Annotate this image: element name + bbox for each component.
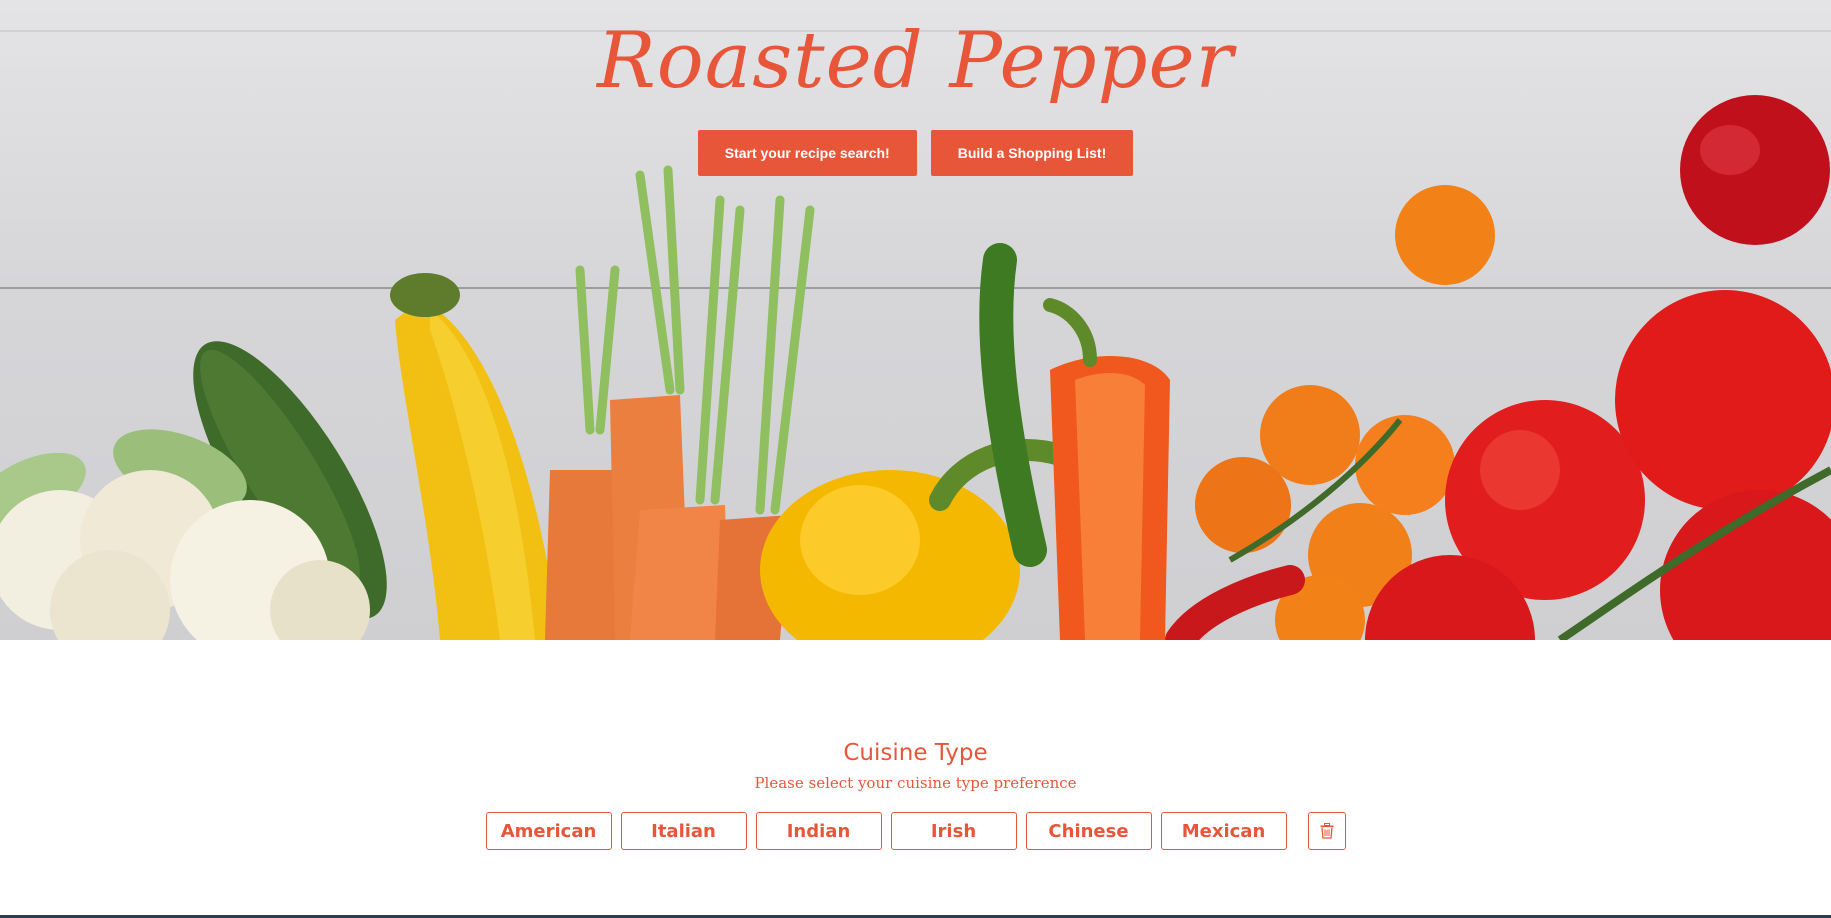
start-recipe-search-button[interactable]: Start your recipe search!: [697, 130, 917, 176]
trash-icon: [1320, 823, 1333, 839]
hero-actions: Start your recipe search! Build a Shoppi…: [0, 130, 1831, 176]
cuisine-option-indian[interactable]: Indian: [755, 812, 882, 850]
cuisine-option-american[interactable]: American: [485, 812, 612, 850]
cuisine-option-italian[interactable]: Italian: [620, 812, 747, 850]
build-shopping-list-button[interactable]: Build a Shopping List!: [930, 130, 1134, 176]
cuisine-option-chinese[interactable]: Chinese: [1025, 812, 1152, 850]
brand-logo: Roasted Pepper: [597, 16, 1234, 106]
clear-selection-button[interactable]: [1307, 812, 1346, 850]
hero-banner: Roasted Pepper Start your recipe search!…: [0, 0, 1831, 640]
cuisine-subtitle: Please select your cuisine type preferen…: [754, 774, 1077, 792]
cuisine-option-mexican[interactable]: Mexican: [1160, 812, 1287, 850]
cuisine-type-section: Cuisine Type Please select your cuisine …: [0, 740, 1831, 850]
cuisine-option-irish[interactable]: Irish: [890, 812, 1017, 850]
cuisine-title: Cuisine Type: [843, 740, 988, 766]
cuisine-options: American Italian Indian Irish Chinese Me…: [0, 812, 1831, 850]
